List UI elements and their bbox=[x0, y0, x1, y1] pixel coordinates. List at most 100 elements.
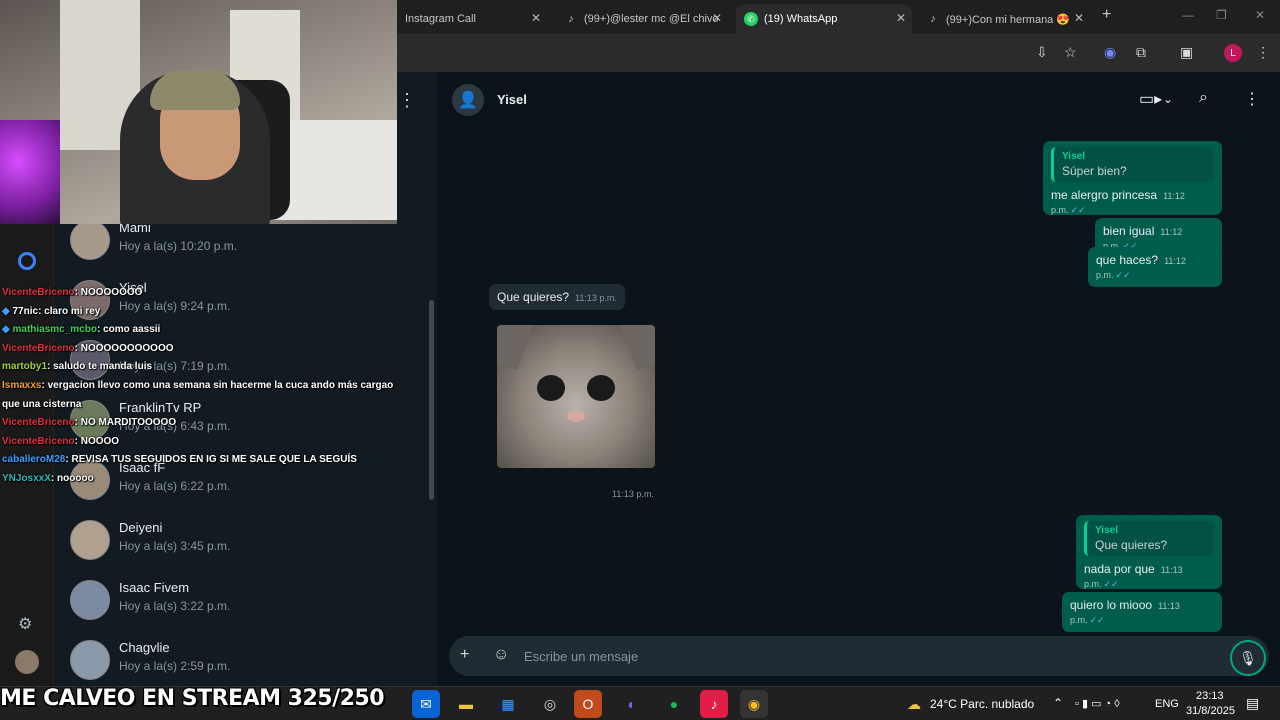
maximize-icon[interactable]: ❐ bbox=[1216, 8, 1227, 22]
spotify-icon[interactable]: ● bbox=[660, 690, 688, 718]
opera-icon[interactable]: O bbox=[574, 690, 602, 718]
outgoing-message[interactable]: Yisel Que quieres? nada por que 11:13 p.m… bbox=[1076, 515, 1222, 589]
search-icon[interactable]: ⌕ bbox=[1199, 89, 1208, 107]
close-window-icon[interactable]: ✕ bbox=[1255, 8, 1265, 22]
new-tab-button[interactable]: + bbox=[1102, 6, 1111, 24]
tab-label: (19) WhatsApp bbox=[764, 13, 838, 25]
chat-message: : como aassii bbox=[96, 324, 161, 336]
contact-item[interactable]: Mami Hoy a la(s) 10:20 p.m. bbox=[70, 220, 430, 280]
chat-username: YNJosxxX bbox=[2, 472, 51, 484]
outlook-icon[interactable]: ✉ bbox=[412, 690, 440, 718]
message-text: bien igual bbox=[1103, 224, 1155, 238]
tab-label: (99+)Con mi hermana 😍 bbox=[946, 13, 1071, 26]
read-ticks-icon: ✓✓ bbox=[1103, 579, 1119, 589]
stream-chat-line: VicenteBriceno: NOOOO bbox=[2, 433, 397, 452]
contact-time: Hoy a la(s) 10:20 p.m. bbox=[119, 239, 238, 253]
profile-avatar[interactable]: L bbox=[1224, 44, 1242, 62]
clock-time[interactable]: 23:13 bbox=[1196, 690, 1224, 702]
chat-message: : vergacion llevo como una semana sin ha… bbox=[2, 379, 394, 410]
sticker-icon[interactable]: ☺ bbox=[493, 646, 509, 664]
discord-icon[interactable]: ◐ bbox=[618, 690, 646, 718]
close-icon[interactable]: ✕ bbox=[1074, 11, 1084, 25]
contact-item[interactable]: Isaac Fivem Hoy a la(s) 3:22 p.m. bbox=[70, 580, 430, 640]
file-explorer-icon[interactable]: ▬ bbox=[452, 690, 480, 718]
tab-tiktok-hermana[interactable]: ♪ (99+)Con mi hermana 😍 ✕ bbox=[918, 4, 1090, 34]
user-avatar[interactable] bbox=[15, 650, 39, 674]
obs-icon[interactable]: ◎ bbox=[536, 690, 564, 718]
close-icon[interactable]: ✕ bbox=[896, 11, 906, 25]
outgoing-message[interactable]: Yisel Súper bien? me alergro princesa 11:… bbox=[1043, 141, 1222, 215]
weather-text[interactable]: 24°C Parc. nublado bbox=[930, 697, 1034, 711]
incoming-message[interactable]: Que quieres? 11:13 p.m. bbox=[489, 284, 625, 310]
microphone-icon[interactable]: 🎙 bbox=[1230, 640, 1266, 676]
outgoing-message[interactable]: quiero lo miooo 11:13 p.m. ✓✓ bbox=[1062, 592, 1222, 632]
tiktok-icon: ♪ bbox=[930, 13, 936, 25]
chat-username: caballeroM28 bbox=[2, 454, 66, 466]
tab-label: Instagram Call bbox=[405, 13, 476, 25]
webcam-overlay bbox=[0, 0, 397, 224]
chat-list-scrollbar[interactable] bbox=[429, 300, 434, 500]
clock-date[interactable]: 31/8/2025 bbox=[1186, 705, 1235, 717]
image-time: 11:13 p.m. bbox=[612, 489, 654, 499]
browser-menu-icon[interactable]: ⋮ bbox=[1256, 44, 1270, 61]
cat-nose bbox=[567, 410, 585, 422]
outgoing-message[interactable]: que haces? 11:12 p.m. ✓✓ bbox=[1088, 247, 1222, 287]
install-app-icon[interactable]: ⇩ bbox=[1036, 44, 1048, 61]
language-indicator[interactable]: ENG bbox=[1155, 698, 1179, 710]
message-input[interactable]: Escribe un mensaje bbox=[524, 649, 638, 664]
minimize-icon[interactable]: — bbox=[1182, 8, 1194, 22]
chat-username: martoby1 bbox=[2, 361, 48, 373]
tiktok-icon: ♪ bbox=[568, 13, 574, 25]
quoted-text: Que quieres? bbox=[1095, 538, 1168, 552]
tiktok-icon[interactable]: ♪ bbox=[700, 690, 728, 718]
attach-plus-icon[interactable]: + bbox=[460, 646, 469, 664]
extension-icon[interactable]: ◉ bbox=[1104, 44, 1116, 61]
stream-counter-overlay: ME CALVEO EN STREAM 325/250 bbox=[0, 686, 385, 711]
store-icon[interactable]: ▦ bbox=[494, 690, 522, 718]
more-options-icon[interactable]: ⋮ bbox=[398, 90, 416, 111]
contact-item[interactable]: Deiyeni Hoy a la(s) 3:45 p.m. bbox=[70, 520, 430, 580]
cat-image-message[interactable] bbox=[497, 325, 655, 468]
quoted-author: Yisel bbox=[1095, 525, 1118, 536]
stream-chat-line: Ismaxxs: vergacion llevo como una semana… bbox=[2, 377, 397, 414]
tray-icons[interactable]: ▫ ▮ ▭ ◔ ◊ bbox=[1075, 697, 1120, 710]
message-text: Que quieres? bbox=[497, 290, 570, 304]
badge-icon: ◆ bbox=[2, 324, 10, 336]
read-ticks-icon: ✓✓ bbox=[1115, 270, 1131, 280]
stream-chat-line: ◆ mathiasmc_mcbo: como aassii bbox=[2, 321, 397, 340]
chat-message: : claro mi rey bbox=[38, 305, 101, 317]
chrome-icon[interactable]: ◉ bbox=[740, 690, 768, 718]
screen: Instagram Call ✕ ♪ (99+)@lester mc @El c… bbox=[0, 0, 1280, 720]
notifications-icon[interactable]: ▤ bbox=[1246, 695, 1259, 712]
stream-chat-line: VicenteBriceno: NO MARDITOOOOO bbox=[2, 414, 397, 433]
chat-menu-icon[interactable]: ⋮ bbox=[1244, 89, 1260, 109]
chat-message: : NOOOOOOO bbox=[74, 287, 143, 298]
close-icon[interactable]: ✕ bbox=[531, 11, 541, 25]
tray-chevron-icon[interactable]: ⌃ bbox=[1053, 696, 1063, 710]
chat-message: : nooooo bbox=[50, 472, 94, 484]
tab-instagram-call[interactable]: Instagram Call ✕ bbox=[397, 4, 547, 34]
meta-ai-icon[interactable] bbox=[18, 252, 36, 270]
contact-time: Hoy a la(s) 2:59 p.m. bbox=[119, 659, 231, 673]
quoted-message[interactable]: Yisel Súper bien? bbox=[1051, 147, 1214, 182]
quoted-message[interactable]: Yisel Que quieres? bbox=[1084, 521, 1214, 556]
bookmark-star-icon[interactable]: ☆ bbox=[1064, 44, 1077, 61]
side-panel-icon[interactable]: ▣ bbox=[1180, 44, 1193, 61]
close-icon[interactable]: ✕ bbox=[712, 11, 722, 25]
chevron-down-icon[interactable]: ⌄ bbox=[1163, 92, 1173, 106]
badge-icon: ◆ bbox=[2, 305, 10, 317]
chat-contact-name[interactable]: Yisel bbox=[497, 92, 527, 107]
tab-whatsapp[interactable]: ✆ (19) WhatsApp ✕ bbox=[736, 4, 912, 34]
settings-gear-icon[interactable]: ⚙ bbox=[18, 614, 32, 634]
extensions-puzzle-icon[interactable]: ⧉ bbox=[1136, 44, 1146, 61]
contact-name: Deiyeni bbox=[119, 520, 163, 535]
video-call-icon[interactable]: ▭▸ bbox=[1139, 89, 1162, 109]
message-time: 11:13 p.m. bbox=[575, 293, 617, 303]
contact-avatar[interactable]: 👤 bbox=[452, 84, 484, 116]
avatar bbox=[70, 580, 110, 620]
avatar bbox=[70, 220, 110, 260]
contact-time: Hoy a la(s) 3:22 p.m. bbox=[119, 599, 231, 613]
tab-tiktok-lester[interactable]: ♪ (99+)@lester mc @El chivo ✕ bbox=[556, 4, 728, 34]
rgb-light bbox=[0, 120, 60, 224]
chat-username: VicenteBriceno bbox=[2, 435, 75, 447]
